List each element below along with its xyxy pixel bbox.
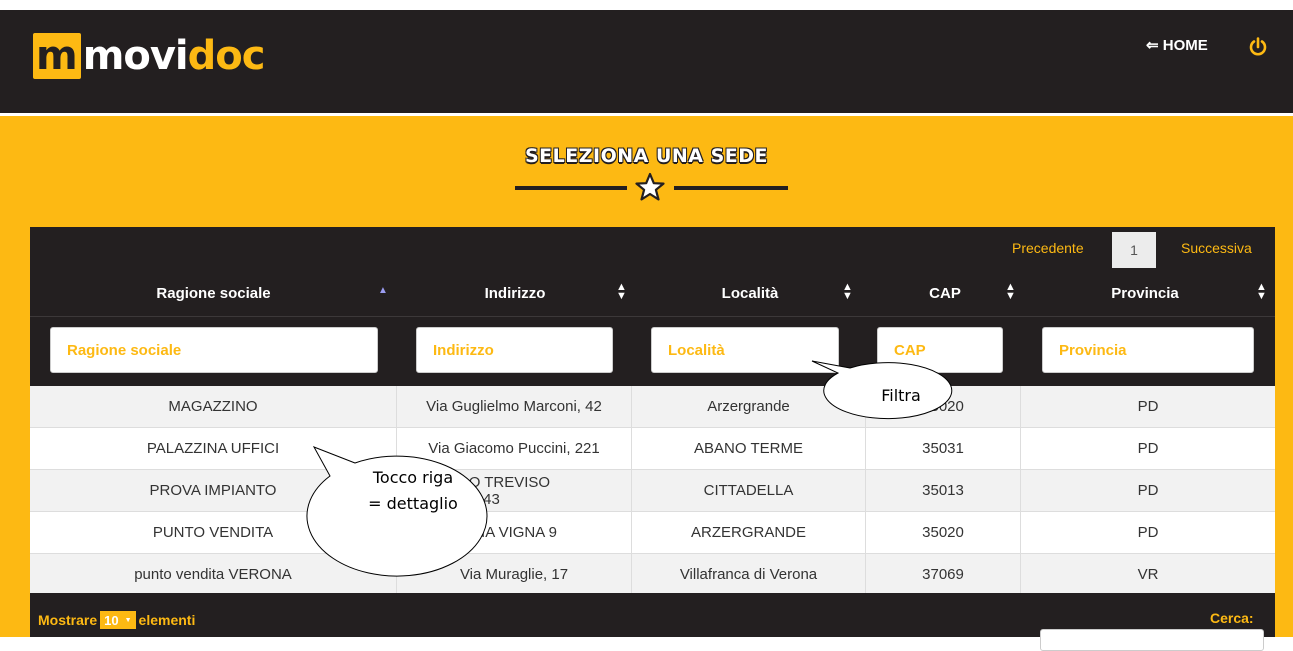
cell-ragione-sociale: PROVA IMPIANTO [30, 470, 397, 511]
column-header-cap[interactable]: CAP [910, 285, 980, 302]
title-divider-left [515, 186, 627, 190]
cell-provincia: PD [1137, 398, 1159, 415]
page-length-control: Mostrare 10 ▼ elementi [38, 611, 195, 629]
movidoc-logo[interactable]: m movi doc [33, 33, 266, 79]
cell-provincia: VR [1137, 566, 1159, 583]
logo-movi: movi [82, 33, 189, 79]
star-icon [635, 172, 665, 201]
chevron-down-icon: ▼ [124, 616, 132, 624]
page-length-suffix: elementi [138, 612, 196, 628]
power-icon[interactable] [1248, 37, 1268, 57]
table-row[interactable]: MAGAZZINO Via Guglielmo Marconi, 42 Arze… [30, 386, 1275, 428]
filter-provincia[interactable] [1042, 327, 1254, 373]
title-divider-right [674, 186, 788, 190]
cell-indirizzo: Via Guglielmo Marconi, 42 [397, 386, 632, 427]
sort-icon[interactable]: ▲ ▼ [1005, 282, 1016, 302]
cell-provincia: PD [1137, 482, 1159, 499]
filter-localita[interactable] [651, 327, 839, 373]
cell-provincia: PD [1137, 524, 1159, 541]
header-separator [30, 316, 1275, 317]
cell-localita: ABANO TERME [632, 428, 866, 469]
filter-ragione-sociale[interactable] [50, 327, 378, 373]
cell-ragione-sociale: MAGAZZINO [30, 386, 397, 427]
home-link[interactable]: ⇐ HOME [1146, 36, 1208, 54]
cell-ragione-sociale: PUNTO VENDITA [30, 512, 397, 553]
page-title: SELEZIONA UNA SEDE [524, 145, 769, 167]
sort-ascending-icon[interactable]: ▲ [378, 286, 388, 296]
cell-localita: CITTADELLA [632, 470, 866, 511]
page-length-value: 10 [104, 612, 119, 628]
cell-provincia: PD [1137, 440, 1159, 457]
cell-ragione-sociale: punto vendita VERONA [30, 554, 397, 595]
cell-cap: 35020 [866, 512, 1021, 553]
cell-ragione-sociale: PALAZZINA UFFICI [30, 428, 397, 469]
pagination-next[interactable]: Successiva [1181, 240, 1252, 256]
cell-indirizzo: Via Muraglie, 17 [397, 554, 632, 595]
row-callout-line2: = dettaglio [368, 494, 458, 513]
search-input[interactable] [1040, 629, 1264, 651]
filter-cap[interactable] [877, 327, 1003, 373]
logo-doc: doc [187, 33, 266, 79]
table-row[interactable]: PALAZZINA UFFICI Via Giacomo Puccini, 22… [30, 428, 1275, 470]
column-header-localita[interactable]: Località [690, 285, 810, 302]
cell-cap: 37069 [866, 554, 1021, 595]
sort-icon[interactable]: ▲ ▼ [616, 282, 627, 302]
table-row[interactable]: PROVA IMPIANTO VIA BORGO TREVISO GIUDICA… [30, 470, 1275, 512]
cell-localita: Arzergrande [632, 386, 866, 427]
sort-icon[interactable]: ▲ ▼ [1256, 282, 1267, 302]
logo-m: m [33, 33, 81, 79]
filter-indirizzo[interactable] [416, 327, 613, 373]
column-header-indirizzo[interactable]: Indirizzo [455, 285, 575, 302]
page-length-prefix: Mostrare [38, 612, 98, 628]
table-row[interactable]: punto vendita VERONA Via Muraglie, 17 Vi… [30, 554, 1275, 596]
page-length-select[interactable]: 10 ▼ [100, 611, 136, 629]
cell-localita: Villafranca di Verona [632, 554, 866, 595]
cell-localita: ARZERGRANDE [632, 512, 866, 553]
cell-cap: 35031 [866, 428, 1021, 469]
table-row[interactable]: PUNTO VENDITA VIA VIGNA 9 ARZERGRANDE 35… [30, 512, 1275, 554]
pagination-previous[interactable]: Precedente [1012, 240, 1084, 256]
sort-icon[interactable]: ▲ ▼ [842, 282, 853, 302]
table-body: MAGAZZINO Via Guglielmo Marconi, 42 Arze… [30, 386, 1275, 596]
column-header-provincia[interactable]: Provincia [1085, 285, 1205, 302]
filter-callout-text: Filtra [881, 386, 921, 405]
cell-indirizzo: VIA VIGNA 9 [397, 512, 632, 553]
column-header-ragione-sociale[interactable]: Ragione sociale [130, 285, 297, 302]
row-callout-line1: Tocco riga [372, 468, 454, 487]
cell-indirizzo: Via Giacomo Puccini, 221 [397, 428, 632, 469]
cell-cap: 35013 [866, 470, 1021, 511]
search-label: Cerca: [1210, 610, 1254, 626]
pagination-page-1[interactable]: 1 [1112, 232, 1156, 268]
